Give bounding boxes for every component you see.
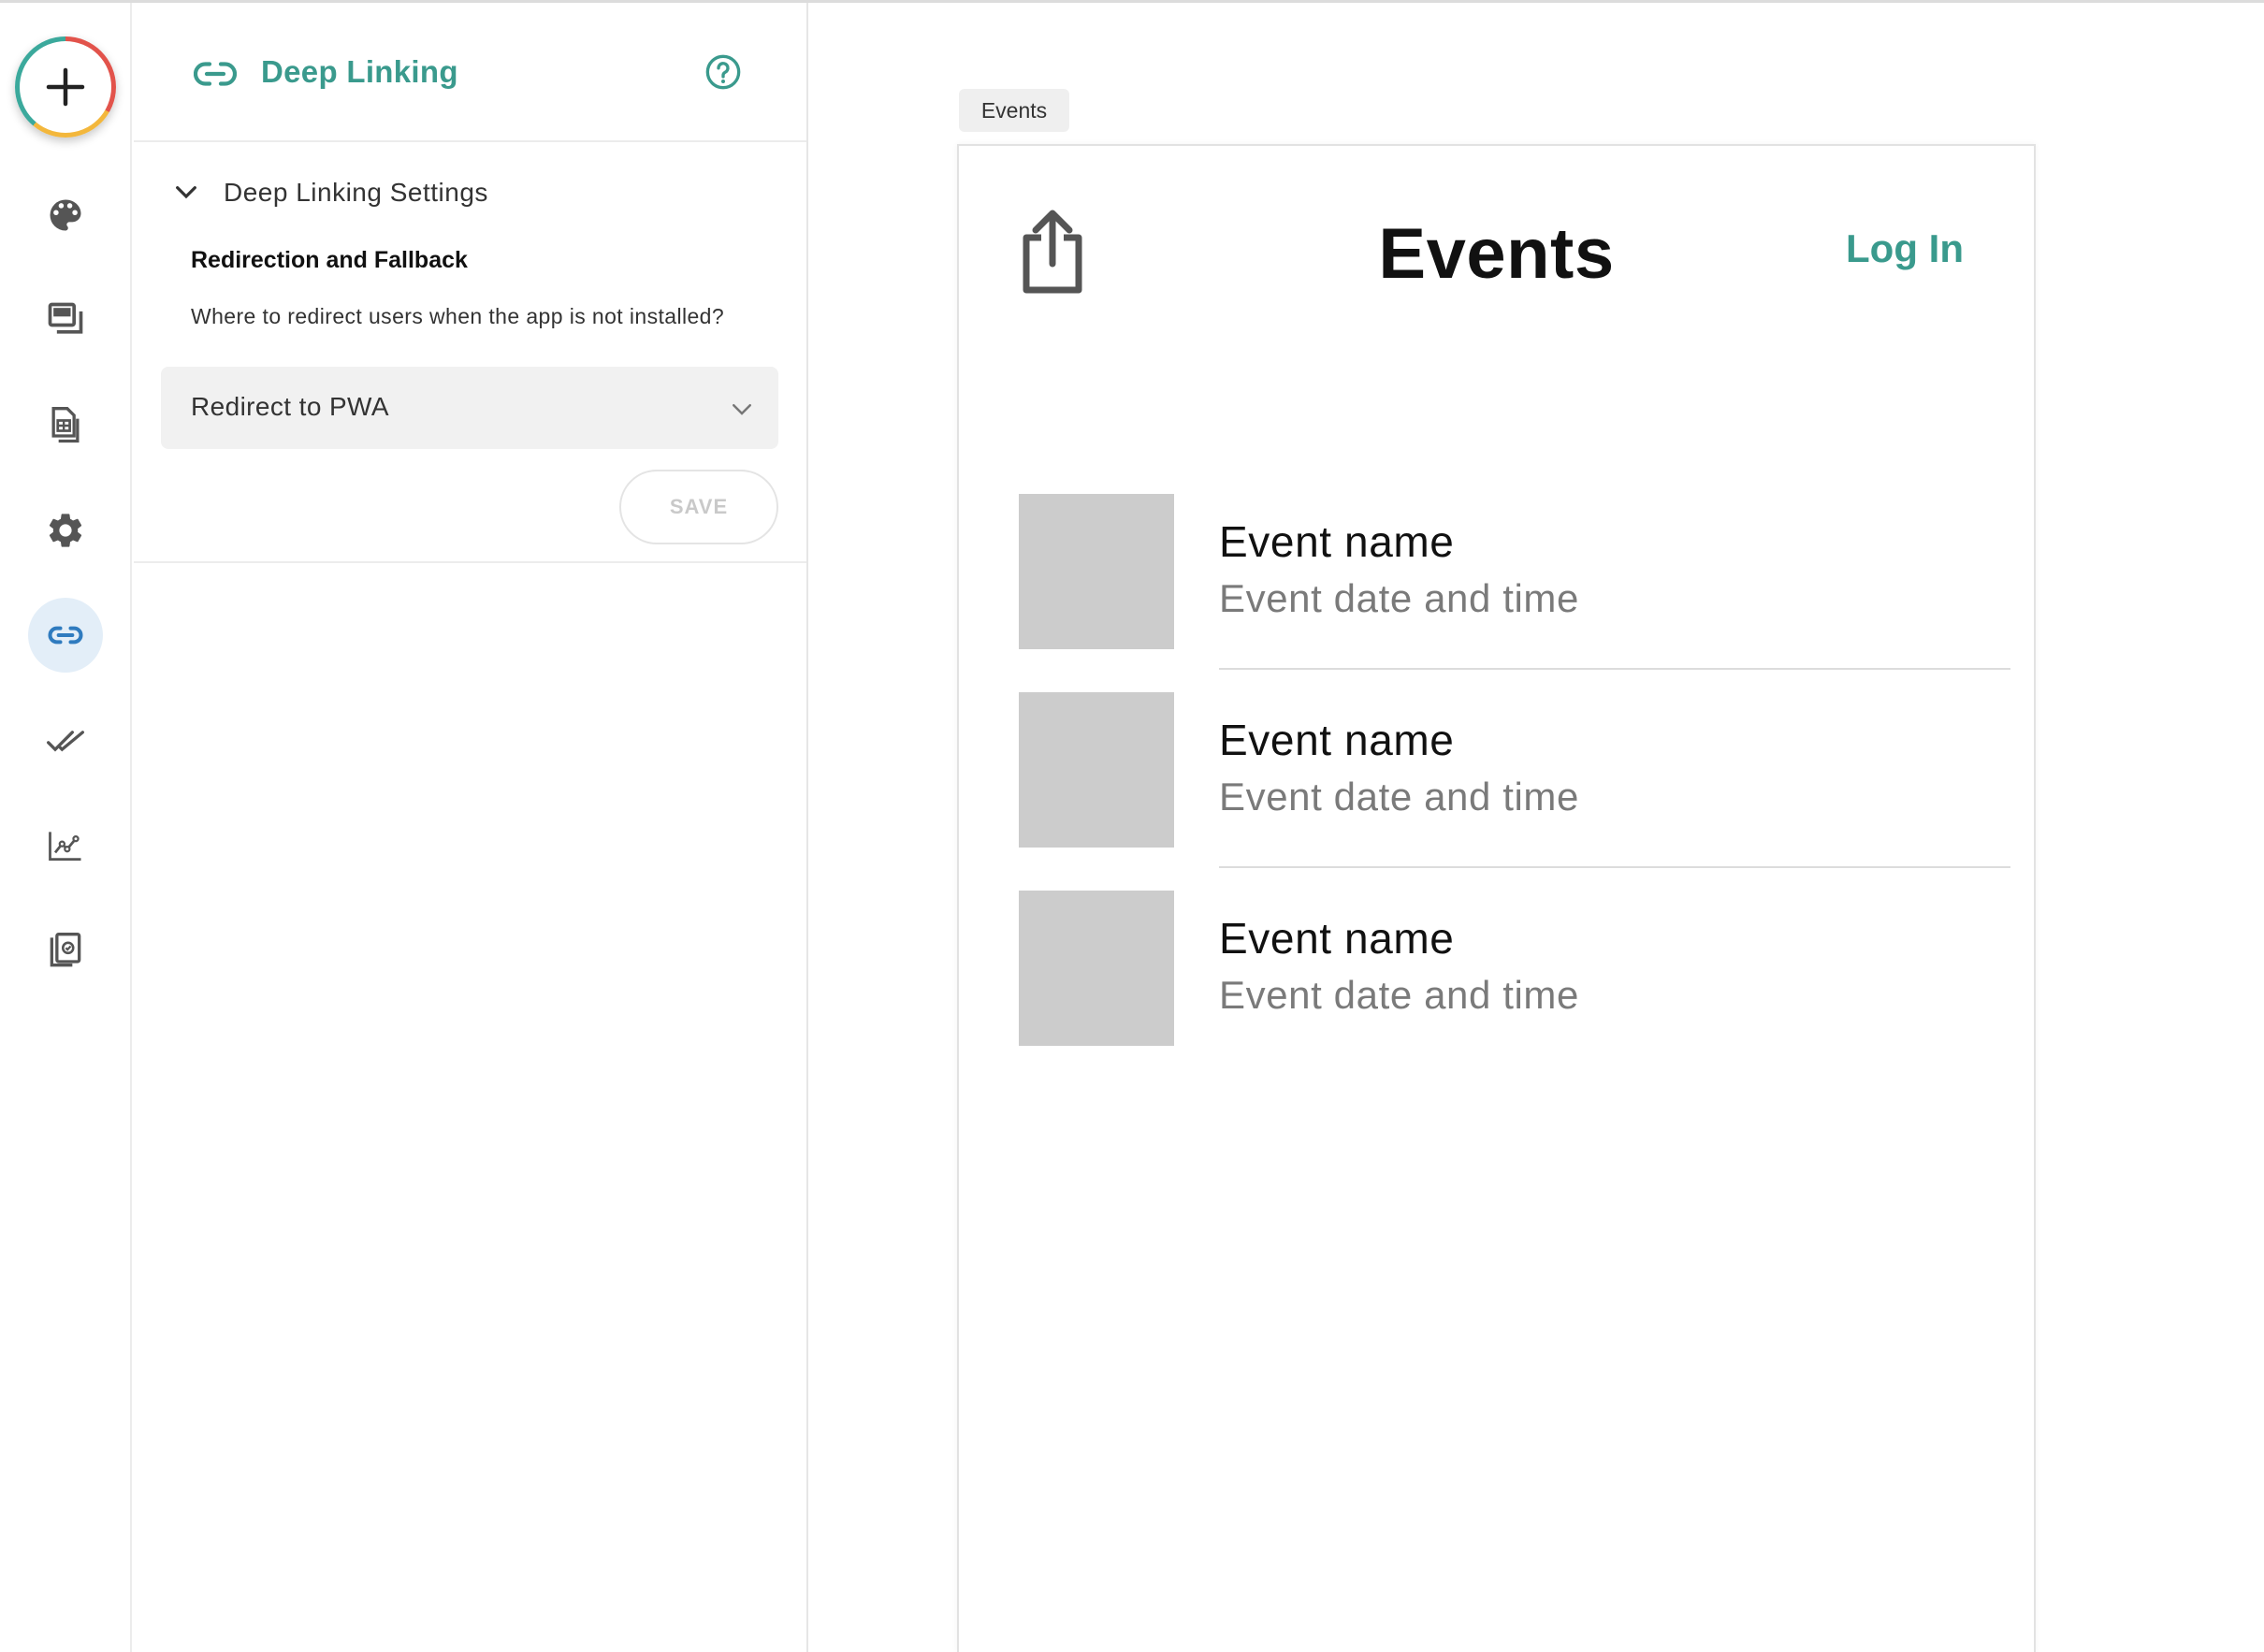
event-list-item[interactable]: Event name Event date and time	[1019, 891, 2010, 1089]
field-help-text: Where to redirect users when the app is …	[191, 304, 725, 328]
deep-linking-panel: Deep Linking Deep Linking Settings Redir…	[134, 3, 808, 1652]
event-list-item[interactable]: Event name Event date and time	[1019, 692, 2010, 891]
screens-icon	[48, 302, 83, 334]
analytics-icon	[49, 832, 81, 862]
nav-item-publish[interactable]	[28, 914, 103, 989]
screen-name-tag[interactable]: Events	[959, 89, 1069, 132]
data-icon	[51, 407, 80, 443]
help-icon[interactable]	[704, 53, 742, 91]
nav-item-data[interactable]	[28, 388, 103, 463]
nav-item-settings[interactable]	[28, 493, 103, 568]
double-check-icon	[47, 731, 84, 752]
field-label: Redirection and Fallback	[191, 247, 468, 273]
panel-header: Deep Linking	[134, 3, 806, 142]
add-button-inner	[20, 41, 111, 133]
event-name: Event name	[1219, 517, 1455, 566]
section-toggle[interactable]: Deep Linking Settings	[171, 172, 488, 213]
nav-item-analytics[interactable]	[28, 808, 103, 883]
redirect-select[interactable]: Redirect to PWA	[161, 367, 778, 449]
event-thumbnail	[1019, 494, 1174, 649]
panel-title: Deep Linking	[261, 54, 458, 89]
select-value: Redirect to PWA	[191, 392, 389, 421]
link-icon	[194, 62, 237, 86]
event-thumbnail	[1019, 692, 1174, 848]
event-date: Event date and time	[1219, 775, 1579, 819]
device-preview: Events Log In Event name Event date and …	[957, 144, 2036, 1652]
save-button[interactable]: SAVE	[619, 470, 778, 544]
event-thumbnail	[1019, 891, 1174, 1046]
event-name: Event name	[1219, 914, 1455, 963]
nav-item-branding[interactable]	[28, 178, 103, 253]
palette-icon	[50, 199, 81, 231]
nav-item-deep-linking[interactable]	[28, 598, 103, 673]
chevron-down-icon	[733, 404, 751, 415]
plus-icon	[46, 67, 85, 107]
event-date: Event date and time	[1219, 576, 1579, 620]
section-title: Deep Linking Settings	[224, 178, 488, 207]
login-link[interactable]: Log In	[1846, 226, 1964, 271]
divider	[1219, 668, 2010, 670]
add-button[interactable]	[15, 36, 116, 138]
nav-item-publish-checks[interactable]	[28, 703, 103, 778]
chevron-down-icon	[176, 186, 196, 199]
link-icon	[48, 626, 83, 645]
event-name: Event name	[1219, 716, 1455, 764]
event-list-item[interactable]: Event name Event date and time	[1019, 494, 2010, 692]
left-nav-rail	[0, 3, 132, 1652]
divider	[1219, 866, 2010, 868]
publish-icon	[50, 933, 81, 967]
deep-linking-settings-section: Deep Linking Settings Redirection and Fa…	[134, 144, 806, 563]
gear-icon	[49, 514, 82, 547]
nav-item-screens[interactable]	[28, 283, 103, 357]
event-date: Event date and time	[1219, 973, 1579, 1017]
